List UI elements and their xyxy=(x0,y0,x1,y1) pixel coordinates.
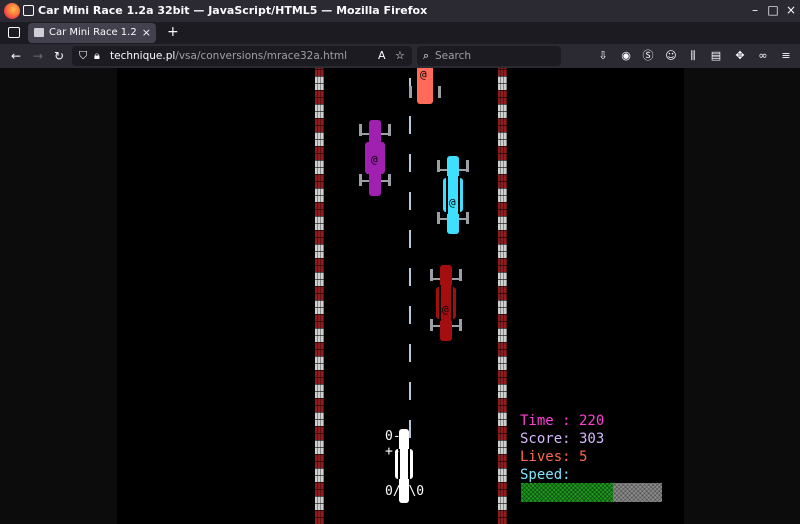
close-button[interactable]: × xyxy=(784,3,798,17)
menu-icon[interactable]: ≡ xyxy=(779,49,793,63)
speed-label: Speed: xyxy=(520,467,571,483)
enemy-car-magenta: @ xyxy=(359,120,391,196)
player-car: 0-+-0 0/+\0 xyxy=(385,427,425,503)
lock-icon[interactable]: 🔒︎ xyxy=(94,49,100,63)
speed-bar-fill xyxy=(521,483,613,502)
enemy-car-red: @ xyxy=(430,265,462,341)
window-titlebar: Car Mini Race 1.2a 32bit — JavaScript/HT… xyxy=(0,0,800,22)
page-margin-right xyxy=(684,68,800,524)
lane-dash xyxy=(409,192,411,210)
translate-icon[interactable]: A xyxy=(378,49,386,62)
lane-dash xyxy=(409,306,411,324)
tab-label: Car Mini Race 1.2a 32bit xyxy=(49,27,137,38)
tab-strip: Car Mini Race 1.2a 32bit × + xyxy=(0,22,800,44)
maximize-button[interactable]: □ xyxy=(766,3,780,17)
player-rear-wheels: 0/+\0 xyxy=(385,484,425,499)
extensions-puzzle-icon[interactable]: ✥ xyxy=(733,49,747,63)
time-readout: Time : 220 xyxy=(520,413,605,429)
player-front-wheels: 0-+-0 xyxy=(385,429,409,459)
window-menu-icon[interactable] xyxy=(23,5,34,16)
firefox-logo-icon[interactable] xyxy=(4,3,20,19)
lane-dash xyxy=(409,116,411,134)
lane-dash xyxy=(409,382,411,400)
search-placeholder: Search xyxy=(435,50,472,62)
account-icon[interactable]: ☺ xyxy=(664,49,678,63)
game-viewport: @ @ @ @ 0-+-0 0/+\0 Time: 220 Score: 30… xyxy=(0,68,800,524)
reload-button[interactable]: ↻ xyxy=(51,48,67,64)
sidebar-icon[interactable]: ▤ xyxy=(709,49,723,63)
page-margin-left xyxy=(0,68,117,524)
search-input[interactable]: ⌕ Search xyxy=(417,46,561,66)
extension-icon[interactable]: ◉ xyxy=(619,49,633,63)
list-all-tabs-icon[interactable] xyxy=(8,27,20,38)
page-favicon-icon xyxy=(34,28,44,37)
left-curb xyxy=(315,68,324,524)
lane-dash xyxy=(409,230,411,248)
url-text[interactable]: technique.pl/vsa/conversions/mrace32a.ht… xyxy=(110,50,347,62)
right-curb xyxy=(498,68,507,524)
lane-dash xyxy=(409,268,411,286)
tracking-shield-icon[interactable]: ⛉ xyxy=(79,49,87,63)
addon-icon[interactable]: ∞ xyxy=(756,49,770,63)
lane-dash xyxy=(409,344,411,362)
search-icon: ⌕ xyxy=(423,49,430,62)
lane-dash xyxy=(409,154,411,172)
enemy-car-cyan: @ xyxy=(437,156,469,234)
minimize-button[interactable]: – xyxy=(748,3,762,17)
forward-button[interactable]: → xyxy=(30,48,46,64)
tab-close-icon[interactable]: × xyxy=(142,26,151,39)
url-bar[interactable]: ⛉ 🔒︎ technique.pl/vsa/conversions/mrace3… xyxy=(72,46,412,66)
back-button[interactable]: ← xyxy=(8,48,24,64)
speed-bar xyxy=(521,483,662,502)
downloads-icon[interactable]: ⇩ xyxy=(596,49,610,63)
lives-readout: Lives: 5 xyxy=(520,449,588,465)
library-icon[interactable]: ⫼ xyxy=(686,49,700,63)
s-extension-icon[interactable]: Ⓢ xyxy=(641,49,655,63)
enemy-car-salmon: @ xyxy=(409,68,441,106)
score-readout: Score: 303 xyxy=(520,431,605,447)
new-tab-button[interactable]: + xyxy=(167,24,179,40)
bookmark-star-icon[interactable]: ☆ xyxy=(395,49,405,62)
window-title: Car Mini Race 1.2a 32bit — JavaScript/HT… xyxy=(38,4,428,17)
navigation-toolbar: ← → ↻ ⛉ 🔒︎ technique.pl/vsa/conversions/… xyxy=(0,44,800,68)
hud-panel: Time : 220 Score: 303 Lives: 5 Speed: xyxy=(520,412,604,484)
tab-car-mini-race[interactable]: Car Mini Race 1.2a 32bit × xyxy=(28,23,156,43)
